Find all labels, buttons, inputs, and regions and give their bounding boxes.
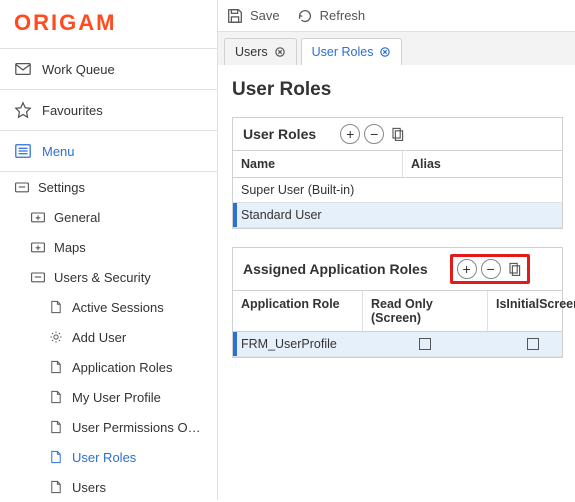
folder-open-icon <box>14 179 30 195</box>
mail-icon <box>14 60 32 78</box>
tree-label: Settings <box>38 180 85 195</box>
tree-label: General <box>54 210 100 225</box>
star-icon <box>14 101 32 119</box>
close-icon[interactable] <box>379 46 391 58</box>
add-role-button[interactable]: + <box>340 124 360 144</box>
cell-initial[interactable] <box>488 333 575 355</box>
tree-label: Active Sessions <box>72 300 164 315</box>
tree-label: Users & Security <box>54 270 151 285</box>
cell-name: Super User (Built-in) <box>233 178 403 202</box>
page-icon <box>48 389 64 405</box>
tree-application-roles[interactable]: Application Roles <box>0 352 217 382</box>
toolbar-label: Save <box>250 8 280 23</box>
tab-label: Users <box>235 45 268 59</box>
save-button[interactable]: Save <box>226 7 280 25</box>
refresh-icon <box>296 7 314 25</box>
tree-user-permissions[interactable]: User Permissions Overv… <box>0 412 217 442</box>
tree-add-user[interactable]: Add User <box>0 322 217 352</box>
tab-label: User Roles <box>312 45 374 59</box>
sidebar-menu[interactable]: Menu <box>0 131 217 172</box>
panel-title: User Roles <box>243 126 316 142</box>
page-icon <box>48 359 64 375</box>
tree-active-sessions[interactable]: Active Sessions <box>0 292 217 322</box>
page-icon <box>48 419 64 435</box>
sidebar-item-label: Favourites <box>42 103 103 118</box>
cell-read-only[interactable] <box>363 333 488 355</box>
assigned-roles-panel: Assigned Application Roles + − Applicati… <box>232 247 563 358</box>
add-assigned-button[interactable]: + <box>457 259 477 279</box>
tree-settings[interactable]: Settings <box>0 172 217 202</box>
tree-label: User Roles <box>72 450 136 465</box>
remove-role-button[interactable]: − <box>364 124 384 144</box>
table-row[interactable]: Standard User <box>233 203 562 228</box>
assigned-actions-highlight: + − <box>450 254 530 284</box>
col-alias[interactable]: Alias <box>403 151 562 177</box>
panel-title: Assigned Application Roles <box>243 261 428 277</box>
page-icon <box>48 299 64 315</box>
remove-assigned-button[interactable]: − <box>481 259 501 279</box>
tree-user-roles[interactable]: User Roles <box>0 442 217 472</box>
sidebar-work-queue[interactable]: Work Queue <box>0 49 217 90</box>
sidebar-item-label: Menu <box>42 144 75 159</box>
close-icon[interactable] <box>274 46 286 58</box>
folder-open-icon <box>30 269 46 285</box>
page-icon <box>48 449 64 465</box>
tree-label: User Permissions Overv… <box>72 420 203 435</box>
cell-app-role: FRM_UserProfile <box>233 332 363 356</box>
tree-general[interactable]: General <box>0 202 217 232</box>
page-icon <box>48 479 64 495</box>
tree-users-security[interactable]: Users & Security <box>0 262 217 292</box>
folder-plus-icon <box>30 239 46 255</box>
tree-my-user-profile[interactable]: My User Profile <box>0 382 217 412</box>
copy-assigned-button[interactable] <box>505 259 523 279</box>
tab-users[interactable]: Users <box>224 38 297 65</box>
copy-role-button[interactable] <box>388 124 406 144</box>
checkbox-icon[interactable] <box>527 338 539 350</box>
sidebar-item-label: Work Queue <box>42 62 115 77</box>
toolbar-label: Refresh <box>320 8 366 23</box>
tree-label: Add User <box>72 330 126 345</box>
tree-users[interactable]: Users <box>0 472 217 502</box>
brand-logo: ORIGAM <box>0 0 217 48</box>
cell-alias <box>403 185 562 195</box>
cell-alias <box>403 210 562 220</box>
tree-label: Users <box>72 480 106 495</box>
checkbox-icon[interactable] <box>419 338 431 350</box>
col-app-role[interactable]: Application Role <box>233 291 363 331</box>
tab-user-roles[interactable]: User Roles <box>301 38 403 65</box>
refresh-button[interactable]: Refresh <box>296 7 366 25</box>
page-title: User Roles <box>232 79 563 101</box>
table-row[interactable]: Super User (Built-in) <box>233 178 562 203</box>
cell-name: Standard User <box>233 203 403 227</box>
sidebar-favourites[interactable]: Favourites <box>0 90 217 131</box>
tree-label: Application Roles <box>72 360 172 375</box>
tree-label: Maps <box>54 240 86 255</box>
folder-plus-icon <box>30 209 46 225</box>
table-row[interactable]: FRM_UserProfile <box>233 332 562 357</box>
save-icon <box>226 7 244 25</box>
tree-label: My User Profile <box>72 390 161 405</box>
gear-icon <box>48 329 64 345</box>
col-name[interactable]: Name <box>233 151 403 177</box>
menu-box-icon <box>14 142 32 160</box>
user-roles-panel: User Roles + − Name Alias Super User (Bu… <box>232 117 563 229</box>
col-initial[interactable]: IsInitialScreen <box>488 291 575 331</box>
col-read-only[interactable]: Read Only (Screen) <box>363 291 488 331</box>
tree-maps[interactable]: Maps <box>0 232 217 262</box>
